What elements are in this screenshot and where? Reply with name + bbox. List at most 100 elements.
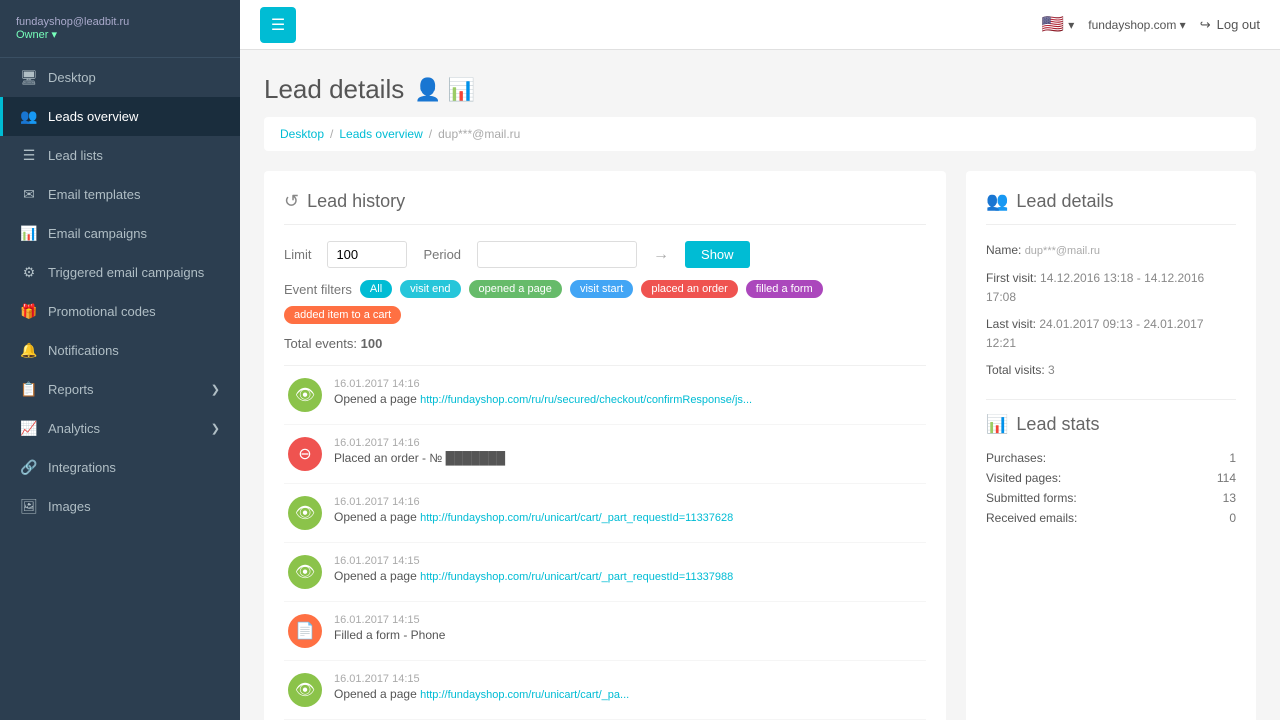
event-time: 16.01.2017 14:15: [334, 555, 922, 567]
title-icons: 👤 📊: [414, 77, 475, 103]
sidebar-item-promotional-codes[interactable]: 🎁 Promotional codes: [0, 292, 240, 331]
stat-row: Received emails:0: [986, 511, 1236, 525]
nav-label-leads-overview: Leads overview: [48, 109, 138, 124]
filter-tag-all[interactable]: All: [360, 280, 392, 298]
limit-label: Limit: [284, 247, 311, 262]
user-role[interactable]: Owner ▾: [16, 28, 224, 41]
stat-label: Purchases:: [986, 451, 1046, 465]
sidebar-item-images[interactable]: 🖼 Images: [0, 487, 240, 526]
event-list-scroll[interactable]: 👁 16.01.2017 14:16 Opened a page http://…: [284, 365, 926, 720]
breadcrumb-sep-2: /: [429, 127, 432, 141]
detail-first-visit-label: First visit:: [986, 271, 1037, 285]
detail-total-visits-label: Total visits:: [986, 363, 1045, 377]
user-email: fundayshop@leadbit.ru: [16, 16, 224, 28]
detail-last-visit: Last visit: 24.01.2017 09:13 - 24.01.201…: [986, 315, 1236, 353]
menu-button[interactable]: ☰: [260, 7, 296, 43]
event-time: 16.01.2017 14:15: [334, 614, 922, 626]
sidebar-item-desktop[interactable]: 🖥 Desktop: [0, 58, 240, 97]
stat-label: Received emails:: [986, 511, 1077, 525]
nav-icon-leads-overview: 👥: [20, 108, 38, 125]
stat-row: Visited pages:114: [986, 471, 1236, 485]
filter-tag-placed-order[interactable]: placed an order: [641, 280, 737, 298]
nav-label-lead-lists: Lead lists: [48, 148, 103, 163]
filter-tag-visit-end[interactable]: visit end: [400, 280, 460, 298]
event-time: 16.01.2017 14:15: [334, 673, 922, 685]
limit-input[interactable]: [327, 241, 407, 268]
nav-icon-notifications: 🔔: [20, 342, 38, 359]
event-time: 16.01.2017 14:16: [334, 437, 922, 449]
filter-row: Limit Period → Show: [284, 241, 926, 268]
event-desc: Placed an order - № ███████: [334, 451, 922, 465]
event-item: 👁 16.01.2017 14:16 Opened a page http://…: [284, 366, 926, 425]
event-item: 👁 16.01.2017 14:15 Opened a page http://…: [284, 661, 926, 720]
total-events: Total events: 100: [284, 336, 926, 351]
sidebar-item-email-campaigns[interactable]: 📊 Email campaigns: [0, 214, 240, 253]
event-icon: 👁: [288, 555, 322, 589]
breadcrumb-leads-overview[interactable]: Leads overview: [339, 127, 422, 141]
lead-history-panel: ↺ Lead history Limit Period → Show Event…: [264, 171, 946, 720]
nav-icon-promotional-codes: 🎁: [20, 303, 38, 320]
stat-value: 1: [1229, 451, 1236, 465]
lead-details-title: 👥 Lead details: [986, 191, 1236, 225]
event-link[interactable]: http://fundayshop.com/ru/ru/secured/chec…: [420, 394, 752, 406]
nav-icon-integrations: 🔗: [20, 459, 38, 476]
lead-details-icon: 👥: [986, 191, 1008, 212]
breadcrumb-desktop[interactable]: Desktop: [280, 127, 324, 141]
history-icon: ↺: [284, 191, 299, 212]
sidebar-item-reports[interactable]: 📋 Reports ❯: [0, 370, 240, 409]
stat-label: Submitted forms:: [986, 491, 1077, 505]
nav-icon-triggered-email-campaigns: ⚙: [20, 264, 38, 281]
nav-label-reports: Reports: [48, 382, 94, 397]
event-icon: ⊖: [288, 437, 322, 471]
event-link[interactable]: http://fundayshop.com/ru/unicart/cart/_p…: [420, 512, 733, 524]
filter-tag-cart[interactable]: added item to a cart: [284, 306, 401, 324]
sidebar-item-email-templates[interactable]: ✉ Email templates: [0, 175, 240, 214]
logout-button[interactable]: ↪ Log out: [1200, 17, 1260, 33]
breadcrumb-sep-1: /: [330, 127, 333, 141]
panels: ↺ Lead history Limit Period → Show Event…: [264, 171, 1256, 720]
event-link[interactable]: http://fundayshop.com/ru/unicart/cart/_p…: [420, 689, 629, 701]
flag-dropdown-icon: ▾: [1068, 18, 1074, 32]
breadcrumb: Desktop / Leads overview / dup***@mail.r…: [264, 117, 1256, 151]
event-icon: 👁: [288, 496, 322, 530]
sidebar-item-triggered-email-campaigns[interactable]: ⚙ Triggered email campaigns: [0, 253, 240, 292]
filter-tag-opened-page[interactable]: opened a page: [469, 280, 562, 298]
sidebar-item-lead-lists[interactable]: ☰ Lead lists: [0, 136, 240, 175]
event-item: 📄 16.01.2017 14:15 Filled a form - Phone: [284, 602, 926, 661]
store-selector[interactable]: fundayshop.com ▾: [1088, 18, 1185, 32]
period-arrow-icon: →: [653, 246, 669, 264]
top-header: ☰ 🇺🇸 ▾ fundayshop.com ▾ ↪ Log out: [240, 0, 1280, 50]
filter-tag-visit-start[interactable]: visit start: [570, 280, 633, 298]
nav-label-analytics: Analytics: [48, 421, 100, 436]
logout-icon: ↪: [1200, 17, 1211, 33]
nav-icon-desktop: 🖥: [20, 69, 38, 86]
lead-details-title-text: Lead details: [1016, 191, 1113, 212]
history-title-text: Lead history: [307, 191, 405, 212]
event-desc: Opened a page http://fundayshop.com/ru/u…: [334, 687, 922, 701]
sidebar-item-analytics[interactable]: 📈 Analytics ❯: [0, 409, 240, 448]
nav-label-integrations: Integrations: [48, 460, 116, 475]
event-link[interactable]: http://fundayshop.com/ru/unicart/cart/_p…: [420, 571, 733, 583]
event-icon: 👁: [288, 673, 322, 707]
event-desc: Filled a form - Phone: [334, 628, 922, 642]
event-desc: Opened a page http://fundayshop.com/ru/u…: [334, 510, 922, 524]
flag-selector[interactable]: 🇺🇸 ▾: [1042, 14, 1074, 35]
event-icon: 📄: [288, 614, 322, 648]
sidebar-item-notifications[interactable]: 🔔 Notifications: [0, 331, 240, 370]
event-info: 16.01.2017 14:15 Opened a page http://fu…: [334, 673, 922, 701]
show-button[interactable]: Show: [685, 241, 750, 268]
sidebar-item-leads-overview[interactable]: 👥 Leads overview: [0, 97, 240, 136]
detail-first-visit: First visit: 14.12.2016 13:18 - 14.12.20…: [986, 269, 1236, 307]
page-content: Lead details 👤 📊 Desktop / Leads overvie…: [240, 50, 1280, 720]
detail-total-visits-value: 3: [1048, 363, 1055, 377]
event-icon: 👁: [288, 378, 322, 412]
sidebar-item-integrations[interactable]: 🔗 Integrations: [0, 448, 240, 487]
filter-tag-filled-form[interactable]: filled a form: [746, 280, 823, 298]
nav-icon-email-templates: ✉: [20, 186, 38, 203]
lead-chart-icon: 📊: [448, 77, 475, 103]
stat-row: Submitted forms:13: [986, 491, 1236, 505]
period-input[interactable]: [477, 241, 637, 268]
sidebar-user: fundayshop@leadbit.ru Owner ▾: [0, 0, 240, 58]
logout-label: Log out: [1217, 17, 1260, 32]
lead-stats-section: 📊 Lead stats Purchases:1Visited pages:11…: [986, 399, 1236, 525]
